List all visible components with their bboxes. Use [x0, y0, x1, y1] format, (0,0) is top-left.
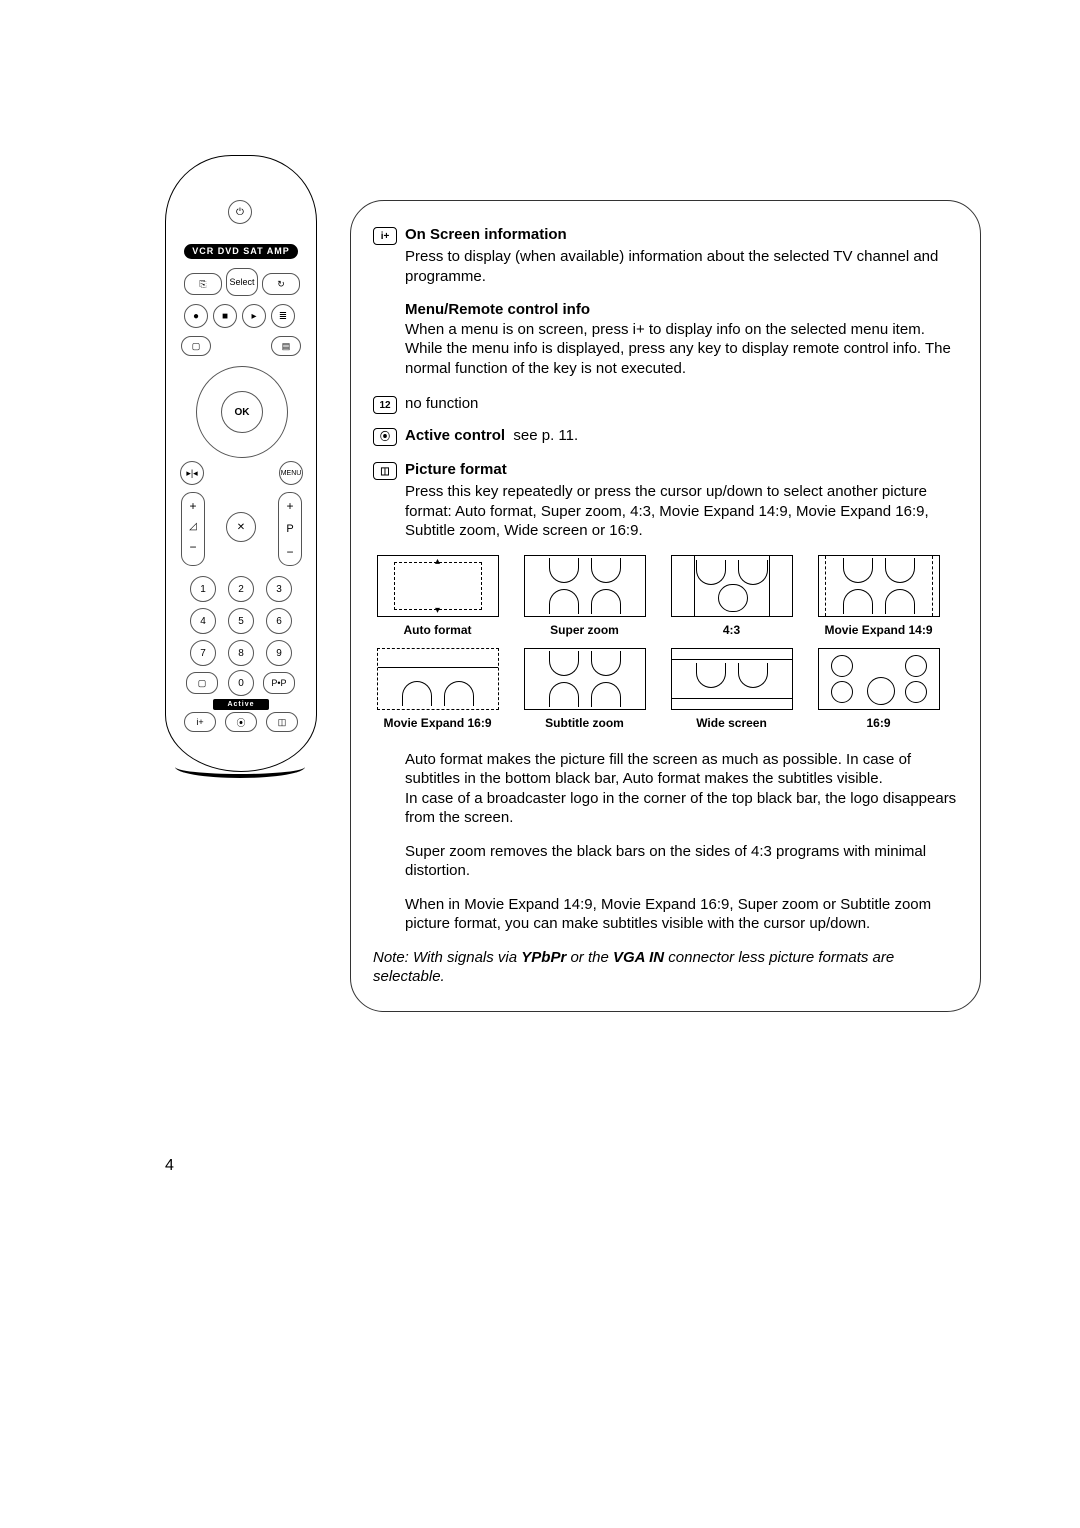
active-text: see p. 11. — [513, 427, 578, 444]
label-169: 16:9 — [814, 716, 943, 732]
label-me149: Movie Expand 14:9 — [814, 623, 943, 639]
active-control-label: Active Control — [213, 699, 269, 710]
rec-button: ● — [184, 304, 208, 328]
format-icon: ◫ — [373, 462, 397, 480]
prev-channel-button: ▸|◂ — [180, 461, 204, 485]
digit-6: 6 — [266, 608, 292, 634]
remote-control-illustration: ⏻ VCR DVD SAT AMP CD ⎘ Select ↻ ● ■ ▸ ≣ … — [165, 155, 317, 772]
mode-bar: VCR DVD SAT AMP CD — [184, 244, 298, 259]
active-control-icon: ⦿ — [373, 428, 397, 446]
label-wide: Wide screen — [667, 716, 796, 732]
format-me149: Movie Expand 14:9 — [814, 555, 943, 639]
pformat-body: Press this key repeatedly or press the c… — [405, 482, 958, 541]
menu-button: MENU — [279, 461, 303, 485]
pformat-p3: Super zoom removes the black bars on the… — [405, 842, 958, 881]
program-rocker: + P − — [278, 492, 302, 566]
stop-button: ■ — [213, 304, 237, 328]
pformat-p1: Auto format makes the picture fill the s… — [405, 750, 958, 789]
pformat-p2: In case of a broadcaster logo in the cor… — [405, 789, 958, 828]
tv-button: ▢ — [186, 672, 218, 694]
note-text: Note: With signals via YPbPr or the VGA … — [373, 948, 958, 987]
label-subzoom: Subtitle zoom — [520, 716, 649, 732]
format-wide: Wide screen — [667, 648, 796, 732]
sleep-button: ↻ — [262, 273, 300, 295]
select-button: Select — [226, 268, 258, 296]
onetwo-icon: 12 — [373, 396, 397, 414]
pformat-title: Picture format — [405, 460, 507, 480]
info-button: i+ — [184, 712, 216, 732]
pformat-p4: When in Movie Expand 14:9, Movie Expand … — [405, 895, 958, 934]
format-auto: ▴ ▾ Auto format — [373, 555, 502, 639]
content-panel: i+ On Screen information Press to displa… — [350, 200, 981, 1012]
digit-7: 7 — [190, 640, 216, 666]
format-superzoom: Super zoom — [520, 555, 649, 639]
osi-title: On Screen information — [405, 225, 567, 245]
label-superzoom: Super zoom — [520, 623, 649, 639]
digit-5: 5 — [228, 608, 254, 634]
format-me169: Movie Expand 16:9 — [373, 648, 502, 732]
label-me169: Movie Expand 16:9 — [373, 716, 502, 732]
format-169: 16:9 — [814, 648, 943, 732]
menu-info-body: When a menu is on screen, press i+ to di… — [405, 320, 958, 379]
page-number: 4 — [165, 1157, 174, 1175]
nofunc-text: no function — [405, 394, 478, 414]
volume-rocker: + ◿ − — [181, 492, 205, 566]
nav-ring: OK — [196, 366, 288, 458]
osi-body: Press to display (when available) inform… — [405, 247, 958, 286]
digit-3: 3 — [266, 576, 292, 602]
format-subzoom: Subtitle zoom — [520, 648, 649, 732]
ok-button: OK — [221, 391, 263, 433]
teletext-button: ▢ — [181, 336, 211, 356]
digit-1: 1 — [190, 576, 216, 602]
power-button: ⏻ — [228, 200, 252, 224]
list-button: ≣ — [271, 304, 295, 328]
digit-8: 8 — [228, 640, 254, 666]
active-title: Active control — [405, 427, 505, 444]
digit-4: 4 — [190, 608, 216, 634]
picture-format-grid: ▴ ▾ Auto format Super zoom — [373, 555, 943, 732]
remote-shadow — [175, 760, 305, 778]
label-auto: Auto format — [373, 623, 502, 639]
guide-button: ▤ — [271, 336, 301, 356]
pip-button: P•P — [263, 672, 295, 694]
mute-button: ✕ — [226, 512, 256, 542]
source-button: ⎘ — [184, 273, 222, 295]
menu-info-title: Menu/Remote control info — [405, 300, 958, 320]
info-icon: i+ — [373, 227, 397, 245]
digit-0: 0 — [228, 670, 254, 696]
format-button: ◫ — [266, 712, 298, 732]
digit-2: 2 — [228, 576, 254, 602]
digit-9: 9 — [266, 640, 292, 666]
play-button: ▸ — [242, 304, 266, 328]
format-43: 4:3 — [667, 555, 796, 639]
active-control-button: ⦿ — [225, 712, 257, 732]
label-43: 4:3 — [667, 623, 796, 639]
